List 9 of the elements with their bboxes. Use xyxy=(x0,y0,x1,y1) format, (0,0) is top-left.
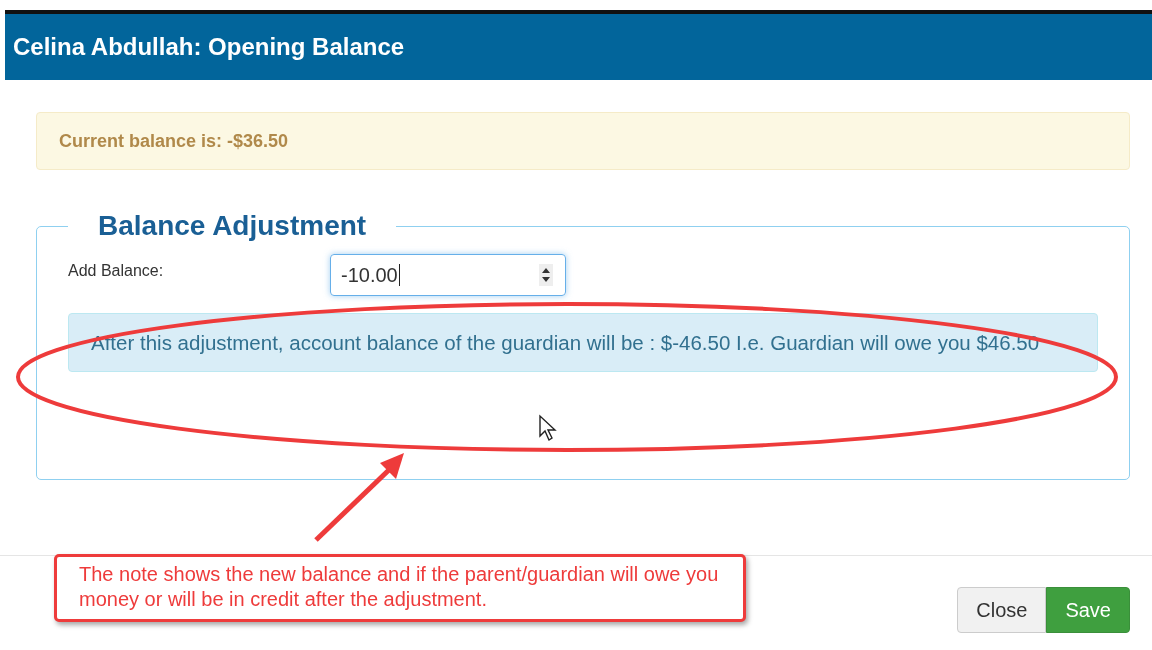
balance-input[interactable]: -10.00 xyxy=(330,254,566,296)
spinner-icon[interactable] xyxy=(539,264,553,286)
annotation-callout: The note shows the new balance and if the parent/guardian will owe you money or will be in credit after the adjustment. xyxy=(54,554,746,622)
cursor-icon xyxy=(538,414,558,442)
section-title: Balance Adjustment xyxy=(97,210,368,242)
dialog-title: Celina Abdullah: Opening Balance xyxy=(13,33,405,61)
balance-alert: Current balance is: -$36.50 xyxy=(36,112,1130,170)
field-label: Add Balance: xyxy=(68,261,165,280)
close-button[interactable]: Close xyxy=(957,587,1047,633)
